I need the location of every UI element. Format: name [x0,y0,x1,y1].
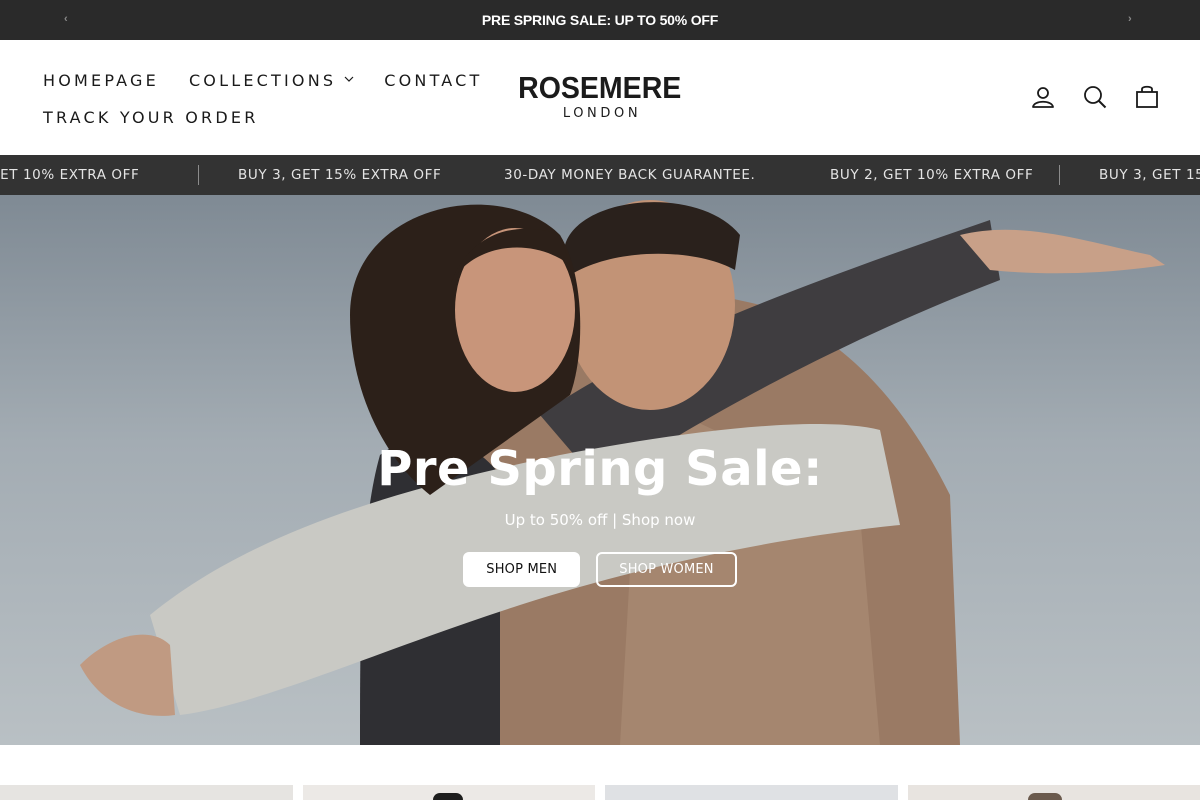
search-icon[interactable] [1082,84,1108,110]
hero-buttons: SHOP MEN SHOP WOMEN [0,552,1200,587]
collection-card[interactable] [908,785,1200,800]
ticker-divider [1059,165,1060,185]
chevron-right-icon[interactable]: › [1128,12,1132,26]
chevron-left-icon[interactable]: ‹ [64,12,68,26]
ticker-item: BUY 2, GET 10% EXTRA OFF [830,167,1034,183]
ticker-item: BUY 3, GET 15% EXTRA OFF [1099,167,1200,183]
collection-card[interactable] [605,785,898,800]
promo-ticker: BUY 2, GET 10% EXTRA OFF BUY 3, GET 15% … [0,155,1200,195]
ticker-divider [198,165,199,185]
cart-icon[interactable] [1134,84,1160,110]
nav-item-track-order[interactable]: TRACK YOUR ORDER [43,108,259,127]
logo-brand: ROSEMERE [518,70,682,105]
logo-city: LONDON [562,106,642,121]
nav-item-collections[interactable]: COLLECTIONS [189,71,354,90]
site-logo[interactable]: ROSEMERE LONDON [500,71,700,122]
ticker-item: BUY 2, GET 10% EXTRA OFF [0,167,140,183]
nav-item-contact[interactable]: CONTACT [384,71,482,90]
ticker-item: BUY 3, GET 15% EXTRA OFF [238,167,442,183]
shop-men-button[interactable]: SHOP MEN [463,552,581,587]
main-nav: HOMEPAGE COLLECTIONS CONTACT TRACK YOUR … [43,66,503,140]
collection-card-image [433,793,463,800]
announcement-bar: ‹ PRE SPRING SALE: UP TO 50% OFF › [0,0,1200,40]
collection-card[interactable] [303,785,595,800]
chevron-down-icon [344,76,354,82]
account-icon[interactable] [1030,84,1056,110]
header-icons [1030,84,1170,110]
hero-content: Pre Spring Sale: Up to 50% off | Shop no… [0,440,1200,587]
announcement-text: PRE SPRING SALE: UP TO 50% OFF [481,12,719,28]
nav-row: HOMEPAGE COLLECTIONS CONTACT [43,66,503,94]
site-header: HOMEPAGE COLLECTIONS CONTACT TRACK YOUR … [0,40,1200,155]
nav-row: TRACK YOUR ORDER [43,103,503,131]
collection-card[interactable] [0,785,293,800]
shop-women-button[interactable]: SHOP WOMEN [596,552,737,587]
hero-subtitle[interactable]: Up to 50% off | Shop now [0,510,1200,530]
nav-item-homepage[interactable]: HOMEPAGE [43,71,159,90]
ticker-item: 30-DAY MONEY BACK GUARANTEE. [504,167,756,183]
nav-item-label: COLLECTIONS [188,70,337,90]
collection-grid [0,785,1200,800]
collection-card-image [1028,793,1062,800]
hero-banner[interactable]: Pre Spring Sale: Up to 50% off | Shop no… [0,195,1200,745]
hero-title: Pre Spring Sale: [377,441,823,497]
